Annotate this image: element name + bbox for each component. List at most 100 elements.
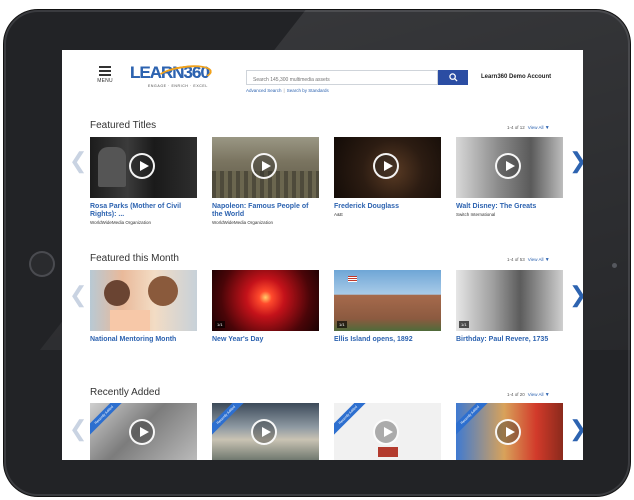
section-count: 1-4 of 53 xyxy=(507,257,525,262)
thumbnail: 1/1 xyxy=(212,270,319,331)
card-new-years-day[interactable]: 1/1 New Year's Day xyxy=(212,270,319,344)
date-badge: 1/1 xyxy=(337,321,347,328)
learn360-logo[interactable]: LEARN360 ENGAGE · ENRICH · EXCEL xyxy=(130,62,216,93)
recently-added-ribbon: Recently Added xyxy=(334,403,371,438)
logo-tagline: ENGAGE · ENRICH · EXCEL xyxy=(148,84,208,88)
camera-dot xyxy=(612,263,617,268)
recently-added-ribbon: Recently Added xyxy=(456,403,493,438)
chevron-down-icon: ▼ xyxy=(544,392,550,398)
recently-added-ribbon: Recently Added xyxy=(90,403,127,438)
date-badge: 1/1 xyxy=(215,321,225,328)
play-icon[interactable] xyxy=(251,153,277,179)
section-title-featured-titles: Featured Titles xyxy=(90,120,157,131)
card-title[interactable]: Napoleon: Famous People of the World xyxy=(212,203,319,219)
menu-label: MENU xyxy=(97,78,113,84)
card-producer: A&E xyxy=(334,212,344,217)
view-all-link[interactable]: View All xyxy=(528,125,544,130)
card-recent-3[interactable]: Recently Added xyxy=(334,403,441,460)
hamburger-icon xyxy=(94,66,116,76)
card-recent-2[interactable]: Recently Added xyxy=(212,403,319,460)
chevron-left-icon: ❮ xyxy=(69,416,88,441)
card-title[interactable]: Ellis Island opens, 1892 xyxy=(334,336,441,344)
carousel-prev-button[interactable]: ❮ xyxy=(69,284,87,306)
play-icon[interactable] xyxy=(129,153,155,179)
section-title-recently-added: Recently Added xyxy=(90,387,161,398)
date-badge: 1/1 xyxy=(459,321,469,328)
carousel-next-button[interactable]: ❯ xyxy=(569,418,583,440)
menu-button[interactable]: MENU xyxy=(94,64,116,84)
card-rosa-parks[interactable]: Rosa Parks (Mother of Civil Rights): ...… xyxy=(90,137,197,225)
thumb-flag xyxy=(348,276,357,282)
thumbnail: Recently Added xyxy=(90,403,197,460)
advanced-search-link[interactable]: Advanced Search xyxy=(246,88,282,93)
search-button[interactable] xyxy=(438,70,468,85)
link-separator: | xyxy=(283,88,285,93)
view-all-link[interactable]: View All xyxy=(528,392,544,397)
search-links: Advanced Search | Search by Standards xyxy=(246,88,329,93)
account-menu[interactable]: Learn360 Demo Account xyxy=(481,74,551,80)
card-recent-1[interactable]: Recently Added xyxy=(90,403,197,460)
thumbnail: 1/1 xyxy=(456,270,563,331)
card-napoleon[interactable]: Napoleon: Famous People of the World Wor… xyxy=(212,137,319,225)
card-title[interactable]: National Mentoring Month xyxy=(90,336,197,344)
section-count: 1-4 of 20 xyxy=(507,392,525,397)
thumbnail xyxy=(456,137,563,198)
card-title[interactable]: Frederick Douglass xyxy=(334,203,441,211)
header: MENU LEARN360 ENGAGE · ENRICH · EXCEL Ad… xyxy=(62,50,583,100)
home-button[interactable] xyxy=(29,251,55,277)
carousel-next-button[interactable]: ❯ xyxy=(569,284,583,306)
thumbnail xyxy=(90,270,197,331)
play-icon[interactable] xyxy=(129,419,155,445)
view-all-link[interactable]: View All xyxy=(528,257,544,262)
card-ellis-island[interactable]: 1/1 Ellis Island opens, 1892 xyxy=(334,270,441,344)
thumbnail xyxy=(90,137,197,198)
card-title[interactable]: Walt Disney: The Greats xyxy=(456,203,563,211)
card-recent-4[interactable]: Recently Added xyxy=(456,403,563,460)
thumb-tablet xyxy=(110,310,150,331)
thumb-emblem xyxy=(378,447,398,457)
play-icon[interactable] xyxy=(495,153,521,179)
recently-added-ribbon: Recently Added xyxy=(212,403,249,438)
play-icon[interactable] xyxy=(373,419,399,445)
card-national-mentoring-month[interactable]: National Mentoring Month xyxy=(90,270,197,344)
play-icon[interactable] xyxy=(495,419,521,445)
thumb-figure xyxy=(98,147,126,187)
thumbnail: 1/1 xyxy=(334,270,441,331)
chevron-right-icon: ❯ xyxy=(569,282,583,307)
chevron-right-icon: ❯ xyxy=(569,416,583,441)
card-producer: WorldWideMedia Organization xyxy=(212,220,273,225)
section-meta: 1-4 of 53 View All ▼ xyxy=(507,257,550,263)
thumbnail xyxy=(212,137,319,198)
screen: MENU LEARN360 ENGAGE · ENRICH · EXCEL Ad… xyxy=(62,50,583,460)
card-title[interactable]: Rosa Parks (Mother of Civil Rights): ... xyxy=(90,203,197,219)
chevron-right-icon: ❯ xyxy=(569,148,583,173)
carousel-prev-button[interactable]: ❮ xyxy=(69,418,87,440)
card-producer: Switch International xyxy=(456,212,496,217)
card-title[interactable]: Birthday: Paul Revere, 1735 xyxy=(456,336,563,344)
section-count: 1-4 of 12 xyxy=(507,125,525,130)
thumbnail: Recently Added xyxy=(212,403,319,460)
play-icon[interactable] xyxy=(373,153,399,179)
section-meta: 1-4 of 12 View All ▼ xyxy=(507,125,550,131)
thumb-woman xyxy=(148,276,178,306)
chevron-left-icon: ❮ xyxy=(69,282,88,307)
card-paul-revere[interactable]: 1/1 Birthday: Paul Revere, 1735 xyxy=(456,270,563,344)
chevron-down-icon: ▼ xyxy=(544,257,550,263)
carousel-prev-button[interactable]: ❮ xyxy=(69,150,87,172)
carousel-next-button[interactable]: ❯ xyxy=(569,150,583,172)
chevron-left-icon: ❮ xyxy=(69,148,88,173)
card-title[interactable]: New Year's Day xyxy=(212,336,319,344)
section-title-featured-this-month: Featured this Month xyxy=(90,253,179,264)
thumbnail: Recently Added xyxy=(334,403,441,460)
thumbnail xyxy=(334,137,441,198)
thumbnail: Recently Added xyxy=(456,403,563,460)
card-producer: WorldWideMedia Organization xyxy=(90,220,151,225)
card-walt-disney[interactable]: Walt Disney: The Greats Switch Internati… xyxy=(456,137,563,217)
search-by-standards-link[interactable]: Search by Standards xyxy=(287,88,329,93)
chevron-down-icon: ▼ xyxy=(544,125,550,131)
card-frederick-douglass[interactable]: Frederick Douglass A&E xyxy=(334,137,441,217)
search-icon xyxy=(448,73,458,82)
play-icon[interactable] xyxy=(251,419,277,445)
thumb-girl xyxy=(104,280,130,306)
search-input[interactable] xyxy=(246,70,438,85)
